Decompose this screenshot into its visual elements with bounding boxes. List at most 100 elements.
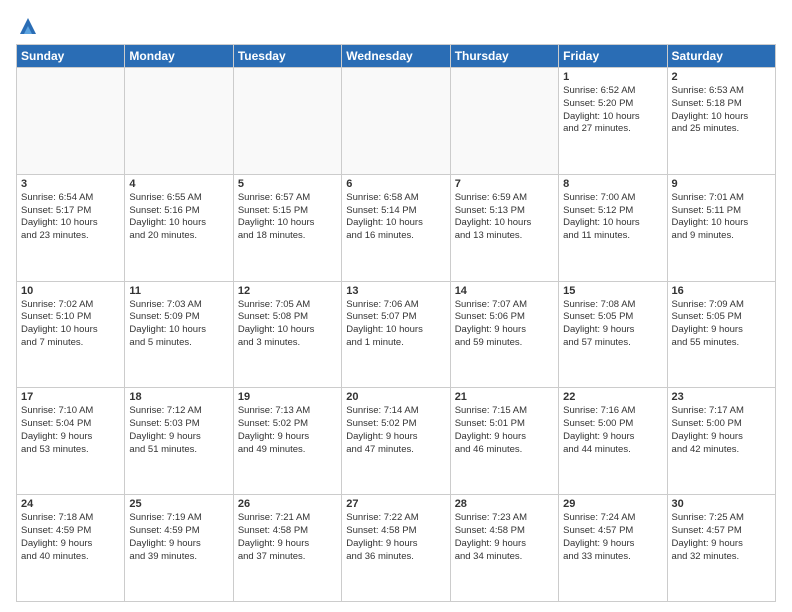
- calendar-cell: 20 Sunrise: 7:14 AM Sunset: 5:02 PM Dayli…: [342, 388, 450, 495]
- day-info: Sunrise: 7:16 AM Sunset: 5:00 PM Dayligh…: [563, 405, 662, 456]
- logo: [16, 16, 38, 36]
- calendar-cell: 8Sunrise: 7:00 AM Sunset: 5:12 PM Daylig…: [559, 174, 667, 281]
- day-info: Sunrise: 6:53 AM Sunset: 5:18 PM Dayligh…: [672, 85, 771, 136]
- weekday-tuesday: Tuesday: [233, 45, 341, 68]
- day-info: Sunrise: 6:57 AM Sunset: 5:15 PM Dayligh…: [238, 192, 337, 243]
- calendar-cell: 5 Sunrise: 6:57 AM Sunset: 5:15 PM Daylig…: [233, 174, 341, 281]
- day-info: Sunrise: 7:07 AM Sunset: 5:06 PM Dayligh…: [455, 299, 554, 350]
- day-info: Sunrise: 6:52 AM Sunset: 5:20 PM Dayligh…: [563, 85, 662, 136]
- day-number: 23: [672, 391, 771, 403]
- calendar-cell: 9 Sunrise: 7:01 AM Sunset: 5:11 PM Daylig…: [667, 174, 775, 281]
- week-row-0: 1 Sunrise: 6:52 AM Sunset: 5:20 PM Daylig…: [17, 68, 776, 175]
- day-number: 16: [672, 285, 771, 297]
- page: SundayMondayTuesdayWednesdayThursdayFrid…: [0, 0, 792, 612]
- day-number: 30: [672, 498, 771, 510]
- calendar-cell: 18 Sunrise: 7:12 AM Sunset: 5:03 PM Dayli…: [125, 388, 233, 495]
- week-row-3: 17 Sunrise: 7:10 AM Sunset: 5:04 PM Dayli…: [17, 388, 776, 495]
- calendar-cell: [342, 68, 450, 175]
- day-number: 20: [346, 391, 445, 403]
- day-info: Sunrise: 6:55 AM Sunset: 5:16 PM Dayligh…: [129, 192, 228, 243]
- header: [16, 16, 776, 36]
- weekday-sunday: Sunday: [17, 45, 125, 68]
- calendar-cell: 17 Sunrise: 7:10 AM Sunset: 5:04 PM Dayli…: [17, 388, 125, 495]
- calendar-cell: [450, 68, 558, 175]
- calendar-cell: 4Sunrise: 6:55 AM Sunset: 5:16 PM Daylig…: [125, 174, 233, 281]
- week-row-4: 24 Sunrise: 7:18 AM Sunset: 4:59 PM Dayli…: [17, 495, 776, 602]
- day-info: Sunrise: 7:25 AM Sunset: 4:57 PM Dayligh…: [672, 512, 771, 563]
- weekday-monday: Monday: [125, 45, 233, 68]
- day-number: 9: [672, 178, 771, 190]
- calendar-cell: 28Sunrise: 7:23 AM Sunset: 4:58 PM Dayli…: [450, 495, 558, 602]
- day-info: Sunrise: 6:54 AM Sunset: 5:17 PM Dayligh…: [21, 192, 120, 243]
- day-number: 15: [563, 285, 662, 297]
- day-number: 22: [563, 391, 662, 403]
- calendar-cell: 12 Sunrise: 7:05 AM Sunset: 5:08 PM Dayli…: [233, 281, 341, 388]
- calendar-cell: 23Sunrise: 7:17 AM Sunset: 5:00 PM Dayli…: [667, 388, 775, 495]
- day-number: 6: [346, 178, 445, 190]
- calendar-cell: 24 Sunrise: 7:18 AM Sunset: 4:59 PM Dayli…: [17, 495, 125, 602]
- weekday-saturday: Saturday: [667, 45, 775, 68]
- day-info: Sunrise: 7:02 AM Sunset: 5:10 PM Dayligh…: [21, 299, 120, 350]
- weekday-wednesday: Wednesday: [342, 45, 450, 68]
- calendar-cell: 11Sunrise: 7:03 AM Sunset: 5:09 PM Dayli…: [125, 281, 233, 388]
- calendar-cell: [125, 68, 233, 175]
- day-info: Sunrise: 7:03 AM Sunset: 5:09 PM Dayligh…: [129, 299, 228, 350]
- weekday-header-row: SundayMondayTuesdayWednesdayThursdayFrid…: [17, 45, 776, 68]
- day-number: 29: [563, 498, 662, 510]
- calendar-cell: 6 Sunrise: 6:58 AM Sunset: 5:14 PM Daylig…: [342, 174, 450, 281]
- day-info: Sunrise: 7:09 AM Sunset: 5:05 PM Dayligh…: [672, 299, 771, 350]
- calendar-cell: 13 Sunrise: 7:06 AM Sunset: 5:07 PM Dayli…: [342, 281, 450, 388]
- day-number: 8: [563, 178, 662, 190]
- day-number: 12: [238, 285, 337, 297]
- calendar-cell: [17, 68, 125, 175]
- day-number: 14: [455, 285, 554, 297]
- day-info: Sunrise: 7:15 AM Sunset: 5:01 PM Dayligh…: [455, 405, 554, 456]
- day-info: Sunrise: 7:08 AM Sunset: 5:05 PM Dayligh…: [563, 299, 662, 350]
- logo-text: [16, 16, 38, 36]
- calendar-cell: 29 Sunrise: 7:24 AM Sunset: 4:57 PM Dayli…: [559, 495, 667, 602]
- day-info: Sunrise: 6:59 AM Sunset: 5:13 PM Dayligh…: [455, 192, 554, 243]
- calendar-cell: 7Sunrise: 6:59 AM Sunset: 5:13 PM Daylig…: [450, 174, 558, 281]
- calendar-cell: 21 Sunrise: 7:15 AM Sunset: 5:01 PM Dayli…: [450, 388, 558, 495]
- day-info: Sunrise: 7:01 AM Sunset: 5:11 PM Dayligh…: [672, 192, 771, 243]
- day-number: 19: [238, 391, 337, 403]
- calendar-cell: 2Sunrise: 6:53 AM Sunset: 5:18 PM Daylig…: [667, 68, 775, 175]
- calendar-cell: 1 Sunrise: 6:52 AM Sunset: 5:20 PM Daylig…: [559, 68, 667, 175]
- day-info: Sunrise: 6:58 AM Sunset: 5:14 PM Dayligh…: [346, 192, 445, 243]
- day-info: Sunrise: 7:23 AM Sunset: 4:58 PM Dayligh…: [455, 512, 554, 563]
- day-number: 21: [455, 391, 554, 403]
- calendar-cell: 16 Sunrise: 7:09 AM Sunset: 5:05 PM Dayli…: [667, 281, 775, 388]
- calendar-cell: 19 Sunrise: 7:13 AM Sunset: 5:02 PM Dayli…: [233, 388, 341, 495]
- day-number: 10: [21, 285, 120, 297]
- day-info: Sunrise: 7:24 AM Sunset: 4:57 PM Dayligh…: [563, 512, 662, 563]
- weekday-friday: Friday: [559, 45, 667, 68]
- calendar-cell: 27Sunrise: 7:22 AM Sunset: 4:58 PM Dayli…: [342, 495, 450, 602]
- day-number: 18: [129, 391, 228, 403]
- day-info: Sunrise: 7:14 AM Sunset: 5:02 PM Dayligh…: [346, 405, 445, 456]
- day-number: 24: [21, 498, 120, 510]
- day-number: 27: [346, 498, 445, 510]
- day-info: Sunrise: 7:06 AM Sunset: 5:07 PM Dayligh…: [346, 299, 445, 350]
- calendar-cell: 14 Sunrise: 7:07 AM Sunset: 5:06 PM Dayli…: [450, 281, 558, 388]
- day-info: Sunrise: 7:19 AM Sunset: 4:59 PM Dayligh…: [129, 512, 228, 563]
- day-number: 5: [238, 178, 337, 190]
- calendar-cell: 22 Sunrise: 7:16 AM Sunset: 5:00 PM Dayli…: [559, 388, 667, 495]
- day-info: Sunrise: 7:13 AM Sunset: 5:02 PM Dayligh…: [238, 405, 337, 456]
- day-info: Sunrise: 7:12 AM Sunset: 5:03 PM Dayligh…: [129, 405, 228, 456]
- weekday-thursday: Thursday: [450, 45, 558, 68]
- day-info: Sunrise: 7:21 AM Sunset: 4:58 PM Dayligh…: [238, 512, 337, 563]
- logo-icon: [18, 16, 38, 36]
- day-number: 1: [563, 71, 662, 83]
- day-info: Sunrise: 7:05 AM Sunset: 5:08 PM Dayligh…: [238, 299, 337, 350]
- week-row-2: 10 Sunrise: 7:02 AM Sunset: 5:10 PM Dayli…: [17, 281, 776, 388]
- calendar-cell: 10 Sunrise: 7:02 AM Sunset: 5:10 PM Dayli…: [17, 281, 125, 388]
- calendar-cell: 3Sunrise: 6:54 AM Sunset: 5:17 PM Daylig…: [17, 174, 125, 281]
- calendar-cell: 25 Sunrise: 7:19 AM Sunset: 4:59 PM Dayli…: [125, 495, 233, 602]
- day-number: 25: [129, 498, 228, 510]
- day-number: 13: [346, 285, 445, 297]
- day-info: Sunrise: 7:10 AM Sunset: 5:04 PM Dayligh…: [21, 405, 120, 456]
- day-number: 17: [21, 391, 120, 403]
- calendar: SundayMondayTuesdayWednesdayThursdayFrid…: [16, 44, 776, 602]
- calendar-cell: 26Sunrise: 7:21 AM Sunset: 4:58 PM Dayli…: [233, 495, 341, 602]
- day-info: Sunrise: 7:18 AM Sunset: 4:59 PM Dayligh…: [21, 512, 120, 563]
